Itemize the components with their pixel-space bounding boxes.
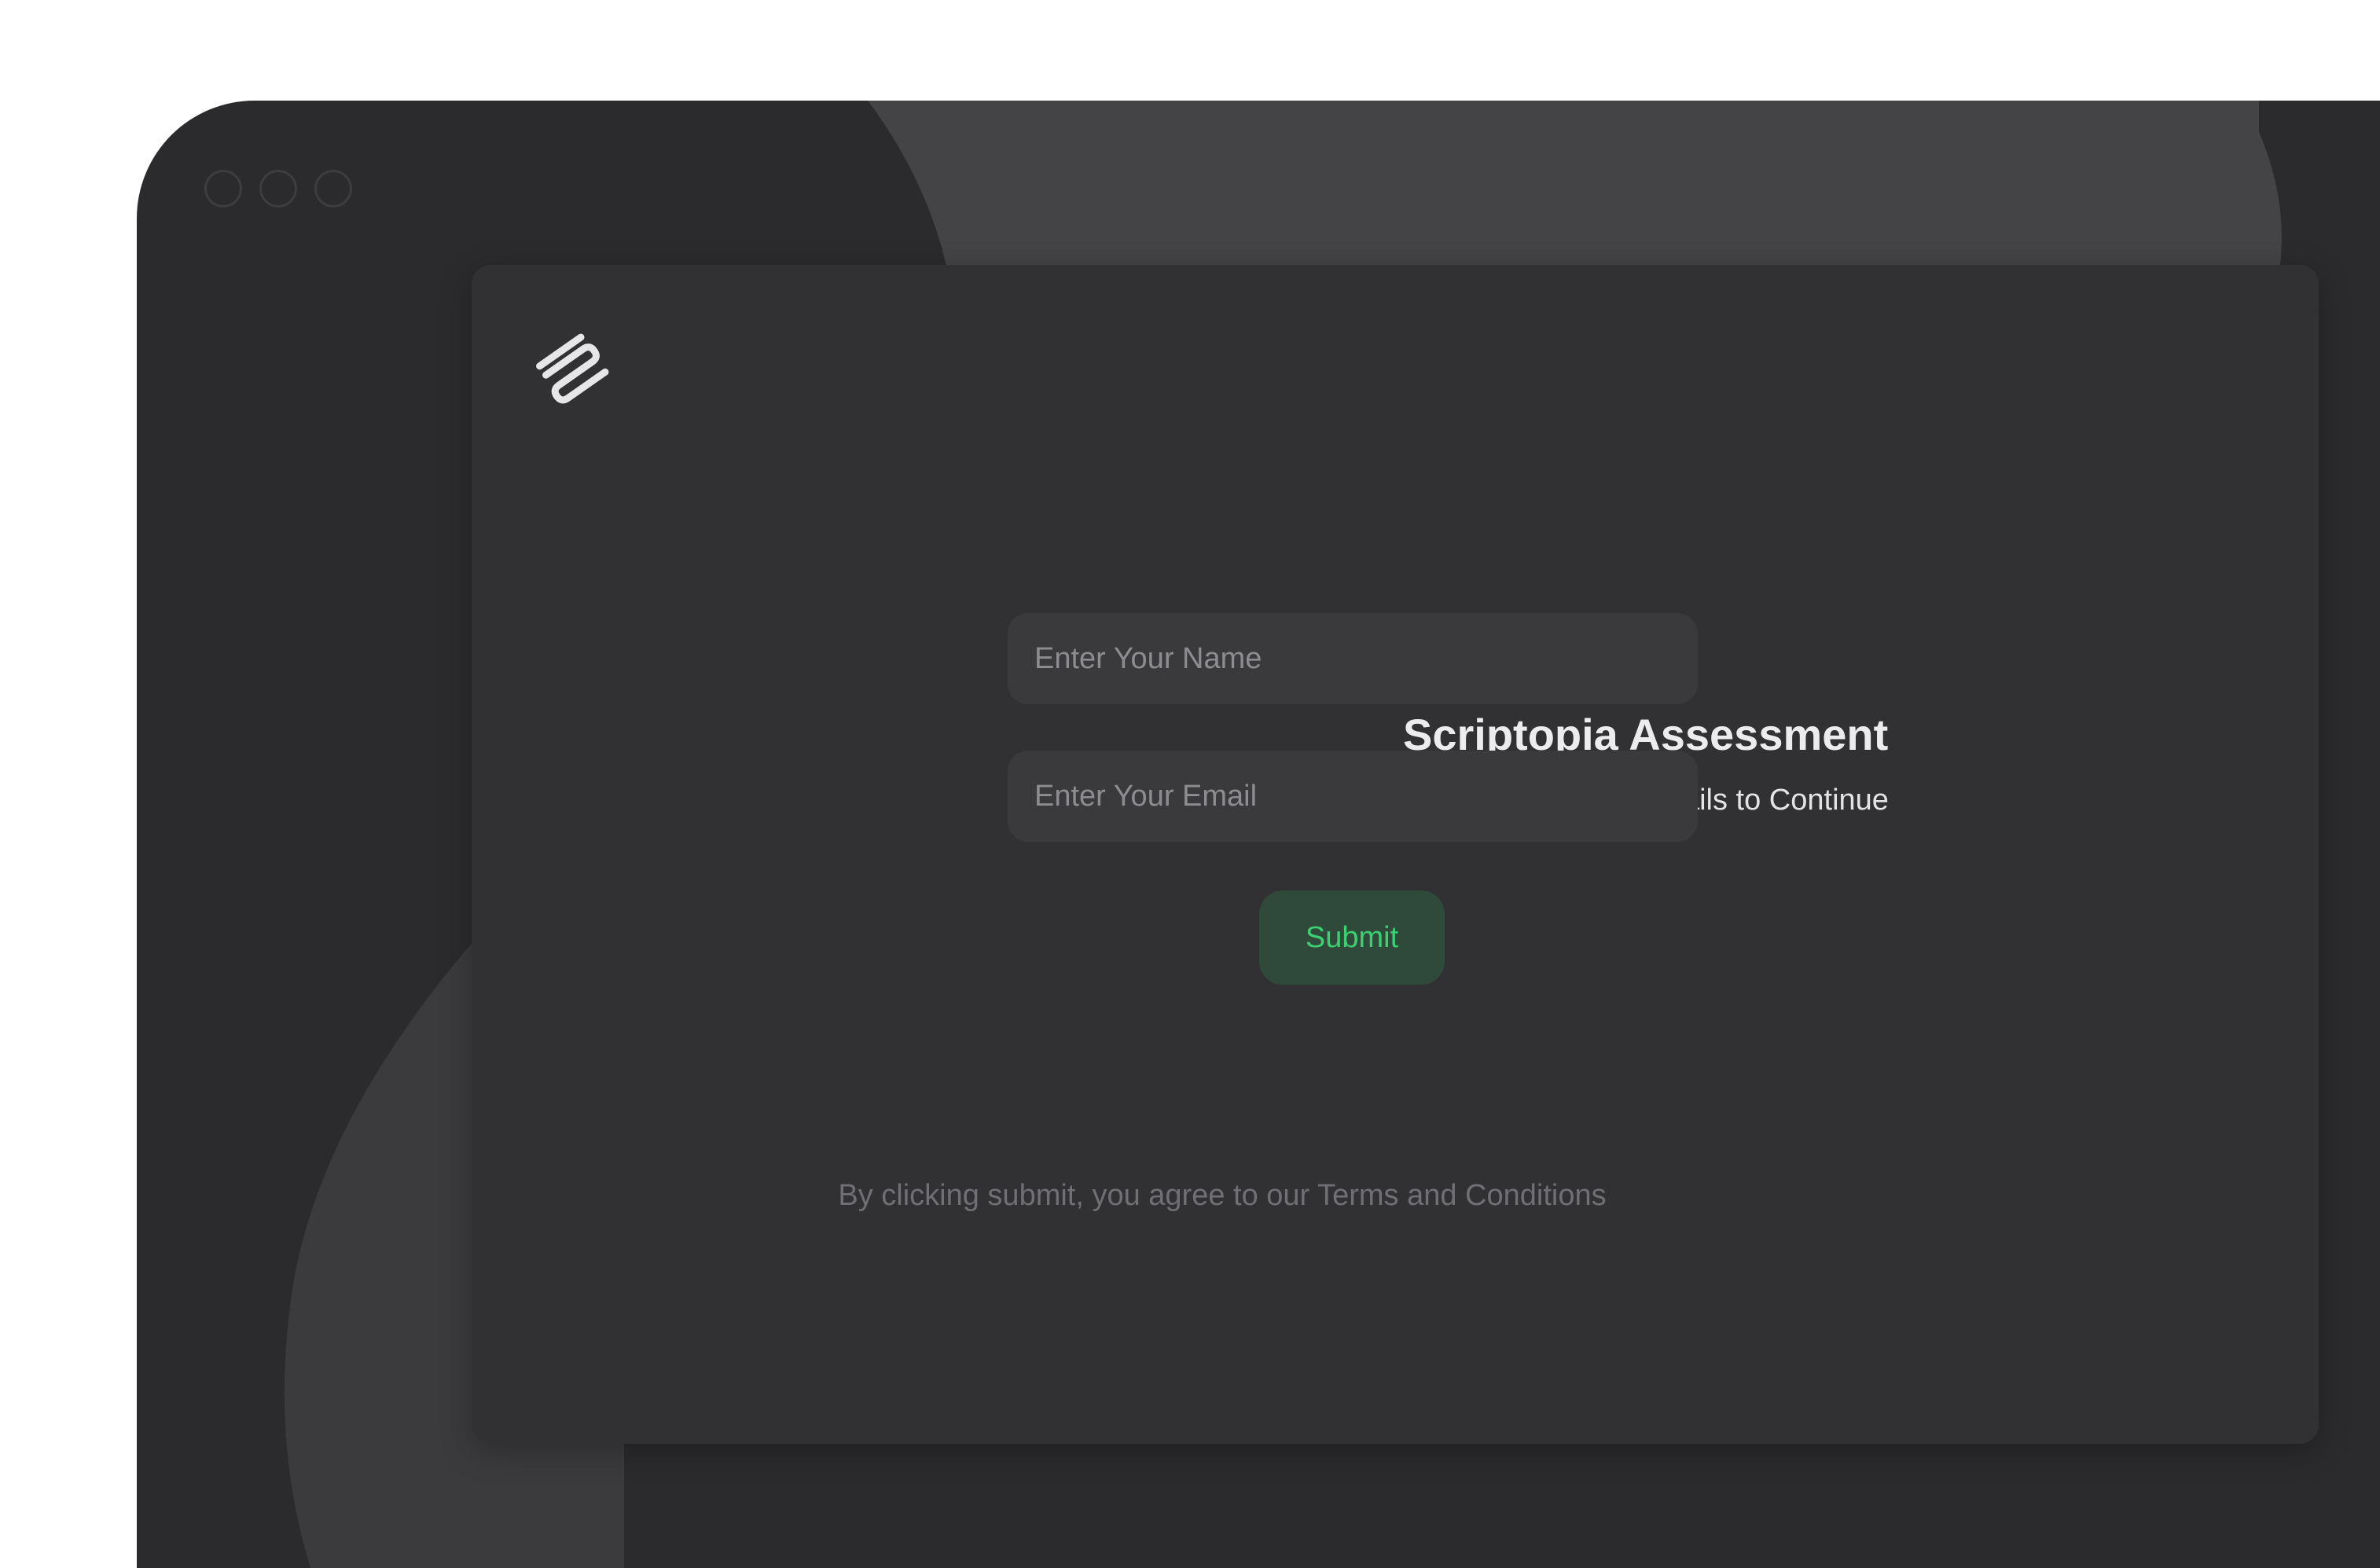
minimize-window-button[interactable]: [259, 170, 297, 207]
login-card: Scriptopia Assessment Please Enter Your …: [472, 265, 2319, 1444]
maximize-window-button[interactable]: [314, 170, 352, 207]
page: Scriptopia Assessment Please Enter Your …: [0, 0, 2380, 1568]
name-input[interactable]: [1008, 613, 1698, 704]
submit-button[interactable]: Submit: [1259, 890, 1445, 985]
email-input[interactable]: [1008, 751, 1698, 842]
window-controls: [204, 170, 352, 207]
scriptopia-logo-icon: [536, 333, 609, 404]
close-window-button[interactable]: [204, 170, 242, 207]
terms-notice: By clicking submit, you agree to our Ter…: [838, 1179, 1607, 1212]
